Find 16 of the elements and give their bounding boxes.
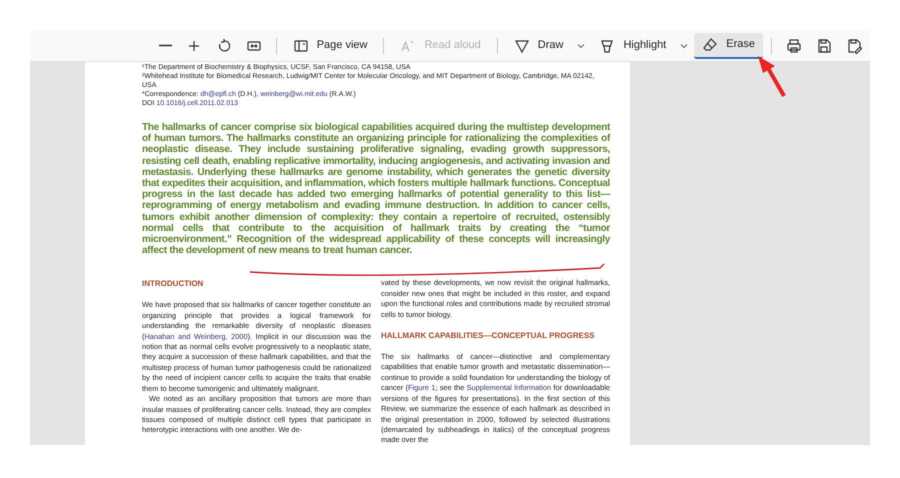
draw-button[interactable]: Draw xyxy=(506,32,572,58)
section-heading: INTRODUCTION xyxy=(142,278,204,290)
printer-icon xyxy=(786,38,802,54)
section-heading: HALLMARK CAPABILITIES—CONCEPTUAL PROGRESS xyxy=(381,330,596,342)
arrow-drawing xyxy=(758,56,786,97)
abstract-paragraph: The hallmarks of cancer comprise six biological capabilities acquired during the multistep development of human tumors. The hallmarks constitute an organizing principle for rationalizing the complexities of neoplastic disease. They include sustaining proliferative signaling, evading growth suppressors, resisting cell death, enabling replicative immortality, inducing angiogenesis, and activating invasion and metastasis. Underlying these hallmarks are genome instability, which generates the genetic diversity that expedites their acquisition, and inflammation, which fosters multiple hallmark functions. Conceptual progress in the last decade has added two emerging hallmarks of potential generality to this list—reprogramming of energy metabolism and evading immune destruction. In addition to cancer cells, tumors exhibit another dimension of complexity: they contain a repertoire of recruited, ostensibly normal cells that contribute to the acquisition of hallmark traits by creating the “tumor microenvironment.” Recognition of the widespread applicability of these concepts will increasingly affect the development of new means to treat human cancer. xyxy=(142,122,610,256)
highlighter-icon xyxy=(599,38,616,54)
page-view-icon xyxy=(292,38,309,54)
erase-button[interactable]: Erase xyxy=(694,32,763,58)
highlight-button[interactable]: Highlight xyxy=(591,32,674,58)
page-view-button[interactable]: Page view xyxy=(284,32,376,58)
zoom-out-icon xyxy=(158,44,172,47)
eraser-icon xyxy=(702,36,718,52)
pen-tip-icon xyxy=(514,38,530,54)
save-icon xyxy=(816,38,832,54)
save-as-icon xyxy=(846,38,862,54)
